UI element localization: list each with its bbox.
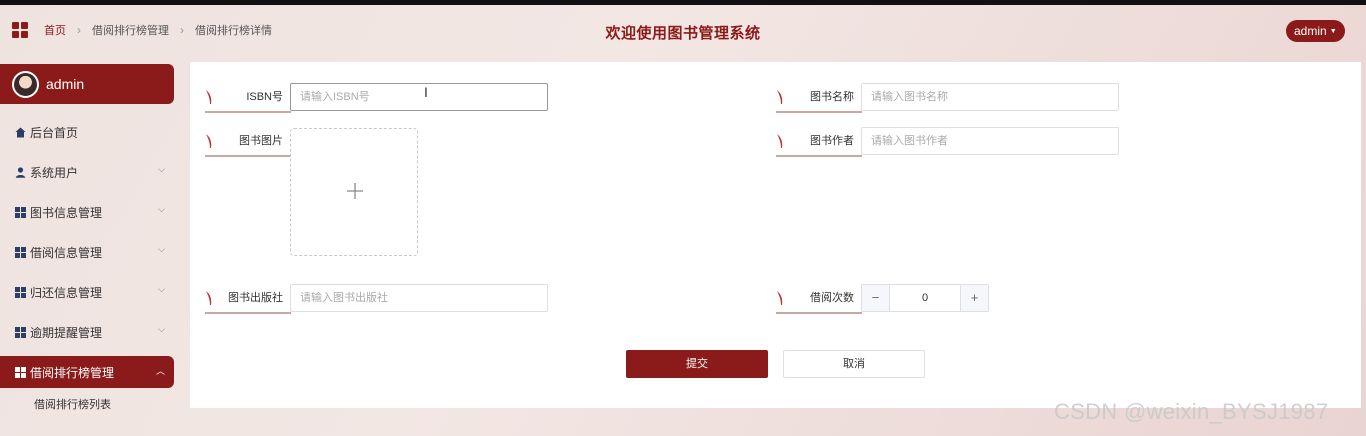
sidebar-item-label: 借阅排行榜管理 xyxy=(30,365,115,380)
chevron-down-icon: ▼ xyxy=(1329,27,1337,35)
isbn-input[interactable]: 请输入ISBN号 xyxy=(290,83,548,111)
profile-card[interactable]: admin xyxy=(0,64,174,104)
profile-name: admin xyxy=(46,76,85,92)
sidebar-subitem-ranking-list[interactable]: 借阅排行榜列表 xyxy=(0,388,174,420)
sidebar-item-ranking[interactable]: 借阅排行榜管理 ︿ xyxy=(0,356,174,388)
sidebar-item-overdue-reminder[interactable]: 逾期提醒管理 ⌵ xyxy=(0,312,174,352)
chevron-down-icon: ⌵ xyxy=(158,324,165,334)
isbn-label: ISBN号 xyxy=(205,83,291,113)
sidebar-menu: 后台首页 系统用户 ⌵ 图书信息管理 ⌵ 借阅信息管理 ⌵ 归还信息管理 ⌵ 逾… xyxy=(0,112,174,420)
cancel-button[interactable]: 取消 xyxy=(783,350,925,378)
sidebar: admin 后台首页 系统用户 ⌵ 图书信息管理 ⌵ 借阅信息管理 ⌵ 归还信息… xyxy=(0,58,174,436)
book-image-label: 图书图片 xyxy=(205,127,291,157)
sidebar-item-borrow-info[interactable]: 借阅信息管理 ⌵ xyxy=(0,232,174,272)
sidebar-item-label: 逾期提醒管理 xyxy=(30,325,103,340)
app-title: 欢迎使用图书管理系统 xyxy=(605,25,761,42)
borrow-count-stepper: − 0 + xyxy=(861,284,989,312)
plus-icon xyxy=(347,183,363,199)
sidebar-item-system-users[interactable]: 系统用户 ⌵ xyxy=(0,152,174,192)
dashboard-icon xyxy=(14,206,26,218)
chevron-down-icon: ⌵ xyxy=(158,284,165,294)
chevron-down-icon: ⌵ xyxy=(158,244,165,254)
dashboard-icon xyxy=(14,366,26,378)
sidebar-item-home[interactable]: 后台首页 xyxy=(0,112,174,152)
book-name-label-text: 图书名称 xyxy=(810,91,854,103)
dashboard-icon xyxy=(14,326,26,338)
quill-icon xyxy=(206,134,212,148)
book-name-label: 图书名称 xyxy=(776,83,862,113)
quill-icon xyxy=(777,291,783,305)
dashboard-icon xyxy=(14,246,26,258)
sidebar-item-label: 归还信息管理 xyxy=(30,285,103,300)
sidebar-item-label: 后台首页 xyxy=(30,125,79,140)
book-image-label-text: 图书图片 xyxy=(239,135,283,147)
watermark: CSDN @weixin_BYSJ1987 xyxy=(1054,399,1329,424)
user-icon xyxy=(14,166,26,178)
dashboard-icon xyxy=(14,286,26,298)
quill-icon xyxy=(777,90,783,104)
sidebar-item-book-info[interactable]: 图书信息管理 ⌵ xyxy=(0,192,174,232)
image-upload-box[interactable] xyxy=(290,128,418,256)
borrow-count-label-text: 借阅次数 xyxy=(810,292,854,304)
book-name-input[interactable]: 请输入图书名称 xyxy=(861,83,1119,111)
quill-icon xyxy=(777,134,783,148)
publisher-label: 图书出版社 xyxy=(205,284,291,314)
submit-button[interactable]: 提交 xyxy=(626,350,768,378)
avatar xyxy=(12,70,39,98)
text-cursor-icon: I xyxy=(424,84,428,100)
borrow-count-label: 借阅次数 xyxy=(776,284,862,314)
sidebar-item-label: 图书信息管理 xyxy=(30,205,103,220)
decrement-button[interactable]: − xyxy=(862,285,890,311)
publisher-label-text: 图书出版社 xyxy=(228,292,283,304)
sidebar-item-label: 借阅信息管理 xyxy=(30,245,103,260)
book-author-label-text: 图书作者 xyxy=(810,135,854,147)
user-menu-label: admin xyxy=(1294,24,1327,38)
chevron-down-icon: ⌵ xyxy=(158,164,165,174)
book-author-label: 图书作者 xyxy=(776,127,862,157)
isbn-label-text: ISBN号 xyxy=(246,91,283,103)
quill-icon xyxy=(206,291,212,305)
borrow-count-value[interactable]: 0 xyxy=(890,285,960,311)
home-icon xyxy=(14,126,26,138)
publisher-input[interactable]: 请输入图书出版社 xyxy=(290,284,548,312)
increment-button[interactable]: + xyxy=(960,285,988,311)
book-author-input[interactable]: 请输入图书作者 xyxy=(861,127,1119,155)
chevron-up-icon: ︿ xyxy=(155,366,165,376)
header: 首页 › 借阅排行榜管理 › 借阅排行榜详情 欢迎使用图书管理系统 admin … xyxy=(0,5,1366,58)
chevron-down-icon: ⌵ xyxy=(158,204,165,214)
sidebar-item-label: 系统用户 xyxy=(30,165,79,180)
sidebar-item-return-info[interactable]: 归还信息管理 ⌵ xyxy=(0,272,174,312)
form-panel: ISBN号 请输入ISBN号 图书名称 请输入图书名称 图书图片 图书作者 请输… xyxy=(190,62,1361,408)
user-menu-button[interactable]: admin ▼ xyxy=(1286,20,1345,42)
quill-icon xyxy=(206,90,212,104)
